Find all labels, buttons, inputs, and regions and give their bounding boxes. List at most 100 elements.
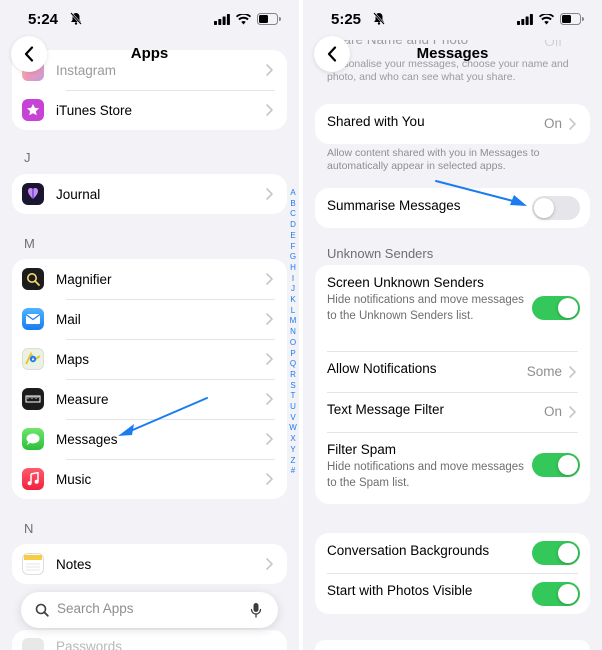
microphone-icon[interactable] bbox=[250, 602, 262, 618]
app-label: Mail bbox=[56, 311, 81, 327]
magnifier-icon bbox=[22, 268, 44, 290]
index-letter[interactable]: Z bbox=[288, 456, 298, 467]
index-letter[interactable]: K bbox=[288, 295, 298, 306]
index-letter[interactable]: W bbox=[288, 423, 298, 434]
conversation-group: Conversation Backgrounds Start with Phot… bbox=[315, 533, 590, 614]
app-row-music[interactable]: Music bbox=[12, 459, 287, 499]
index-letter[interactable]: S bbox=[288, 381, 298, 392]
allow-notifications-row[interactable]: Allow Notifications Some bbox=[315, 351, 590, 392]
app-row-maps[interactable]: Maps bbox=[12, 339, 287, 379]
index-letter[interactable]: J bbox=[288, 284, 298, 295]
mail-icon bbox=[22, 308, 44, 330]
nav-bar: Apps bbox=[0, 36, 299, 72]
photos-visible-toggle[interactable] bbox=[532, 582, 580, 606]
section-header-j: J bbox=[24, 150, 31, 165]
index-letter[interactable]: A bbox=[288, 188, 298, 199]
alphabet-index[interactable]: A B C D E F G H I J K L M N O P Q R S T U V W X Y Z # bbox=[288, 188, 298, 477]
summarise-messages-toggle[interactable] bbox=[532, 196, 580, 220]
screen-unknown-senders-toggle[interactable] bbox=[532, 296, 580, 320]
messages-bubble-icon bbox=[22, 428, 44, 450]
battery-icon bbox=[560, 13, 584, 25]
app-label: Maps bbox=[56, 351, 90, 367]
app-row-journal[interactable]: Journal bbox=[12, 174, 287, 214]
apps-group-n: Notes bbox=[12, 544, 287, 584]
status-time: 5:24 bbox=[28, 11, 59, 28]
status-time: 5:25 bbox=[331, 11, 362, 28]
app-row-measure[interactable]: Measure bbox=[12, 379, 287, 419]
system-icons bbox=[517, 13, 584, 25]
conversation-backgrounds-toggle[interactable] bbox=[532, 541, 580, 565]
index-letter[interactable]: F bbox=[288, 242, 298, 253]
filter-spam-row: Filter Spam Hide notifications and move … bbox=[315, 432, 590, 504]
unknown-senders-header: Unknown Senders bbox=[327, 246, 434, 261]
wifi-icon bbox=[539, 13, 554, 24]
screen-unknown-senders-row: Screen Unknown Senders Hide notification… bbox=[315, 265, 590, 351]
index-letter[interactable]: P bbox=[288, 349, 298, 360]
allow-notifications-value: Some bbox=[526, 363, 562, 379]
summarise-messages-row: Summarise Messages bbox=[315, 188, 590, 228]
index-letter[interactable]: E bbox=[288, 231, 298, 242]
chevron-right-icon bbox=[266, 353, 273, 365]
index-letter[interactable]: H bbox=[288, 263, 298, 274]
search-bar[interactable] bbox=[21, 592, 278, 628]
messages-settings-screen: Share Name and Photo Off Personalise you… bbox=[303, 0, 602, 650]
chevron-right-icon bbox=[266, 273, 273, 285]
apps-group-p: Passwords bbox=[12, 630, 287, 650]
app-row-itunes-store[interactable]: iTunes Store bbox=[12, 90, 287, 130]
app-row-magnifier[interactable]: Magnifier bbox=[12, 259, 287, 299]
app-row-messages[interactable]: Messages bbox=[12, 419, 287, 459]
app-label: Music bbox=[56, 471, 92, 487]
text-message-filter-row[interactable]: Text Message Filter On bbox=[315, 392, 590, 432]
chevron-right-icon bbox=[266, 188, 273, 200]
index-letter[interactable]: I bbox=[288, 274, 298, 285]
conversation-backgrounds-row: Conversation Backgrounds bbox=[315, 533, 590, 573]
itunes-star-icon bbox=[22, 99, 44, 121]
app-label: Messages bbox=[56, 431, 118, 447]
apps-screen: Instagram iTunes Store J Journal M Magni… bbox=[0, 0, 299, 650]
section-header-n: N bbox=[24, 521, 34, 536]
index-letter[interactable]: Y bbox=[288, 445, 298, 456]
app-label: iTunes Store bbox=[56, 102, 133, 118]
index-letter[interactable]: B bbox=[288, 199, 298, 210]
signal-icon bbox=[214, 13, 230, 25]
battery-icon bbox=[257, 13, 281, 25]
shared-with-you-group: Shared with You On bbox=[315, 104, 590, 144]
index-letter[interactable]: O bbox=[288, 338, 298, 349]
filter-spam-toggle[interactable] bbox=[532, 453, 580, 477]
index-letter[interactable]: D bbox=[288, 220, 298, 231]
index-letter[interactable]: # bbox=[288, 466, 298, 477]
app-row-passwords[interactable]: Passwords bbox=[12, 630, 287, 650]
silent-bell-icon bbox=[373, 12, 385, 25]
index-letter[interactable]: Q bbox=[288, 359, 298, 370]
silent-bell-icon bbox=[70, 12, 82, 25]
app-row-notes[interactable]: Notes bbox=[12, 544, 287, 584]
app-label: Journal bbox=[56, 186, 101, 202]
music-note-icon bbox=[22, 468, 44, 490]
status-bar: 5:25 bbox=[303, 0, 602, 40]
status-bar: 5:24 bbox=[0, 0, 299, 40]
photos-visible-row: Start with Photos Visible bbox=[315, 573, 590, 614]
nav-bar: Messages bbox=[303, 36, 602, 72]
app-label: Magnifier bbox=[56, 271, 112, 287]
index-letter[interactable]: M bbox=[288, 316, 298, 327]
toggle-knob bbox=[558, 455, 578, 475]
chevron-right-icon bbox=[266, 558, 273, 570]
measure-ruler-icon bbox=[22, 388, 44, 410]
index-letter[interactable]: C bbox=[288, 209, 298, 220]
index-letter[interactable]: U bbox=[288, 402, 298, 413]
index-letter[interactable]: L bbox=[288, 306, 298, 317]
summarise-group: Summarise Messages bbox=[315, 188, 590, 228]
app-label: Passwords bbox=[56, 639, 123, 650]
search-input[interactable] bbox=[57, 601, 227, 616]
chevron-right-icon bbox=[266, 433, 273, 445]
index-letter[interactable]: G bbox=[288, 252, 298, 263]
index-letter[interactable]: N bbox=[288, 327, 298, 338]
index-letter[interactable]: X bbox=[288, 434, 298, 445]
index-letter[interactable]: V bbox=[288, 413, 298, 424]
index-letter[interactable]: T bbox=[288, 391, 298, 402]
passwords-key-icon bbox=[22, 638, 44, 650]
screen-unknown-senders-description: Hide notifications and move messages to … bbox=[327, 294, 524, 322]
index-letter[interactable]: R bbox=[288, 370, 298, 381]
shared-with-you-row[interactable]: Shared with You On bbox=[315, 104, 590, 144]
app-row-mail[interactable]: Mail bbox=[12, 299, 287, 339]
